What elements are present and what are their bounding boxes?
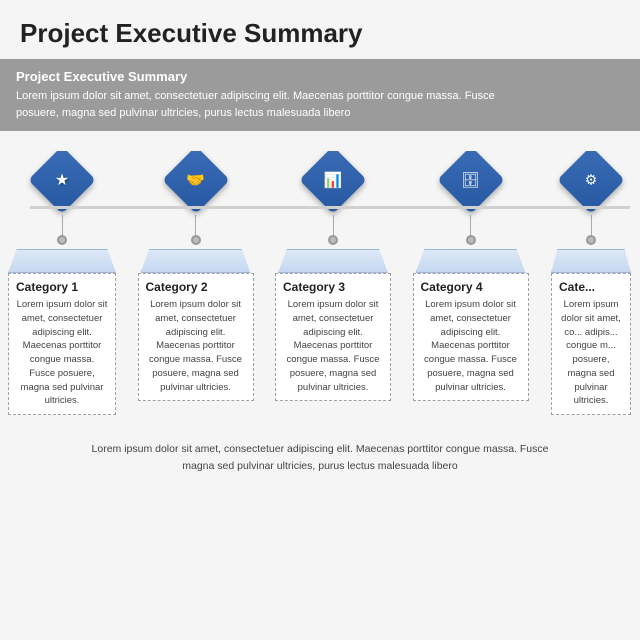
category-text-1: Lorem ipsum dolor sit amet, consectetuer… (16, 298, 108, 408)
handshake-icon: 🤝 (186, 171, 205, 189)
category-text-5: Lorem ipsum dolor sit amet, co... adipis… (559, 298, 623, 408)
footer-text: Lorem ipsum dolor sit amet, consectetuer… (0, 431, 640, 485)
diamond-3: 📊 (304, 151, 362, 209)
connector-2 (195, 215, 196, 235)
page-title: Project Executive Summary (0, 0, 640, 59)
connector-5 (591, 215, 592, 235)
connector-4 (470, 215, 471, 235)
category-text-4: Lorem ipsum dolor sit amet, consectetuer… (421, 298, 521, 394)
category-card-5: Cate... Lorem ipsum dolor sit amet, co..… (551, 273, 631, 415)
category-item-1: ★ Category 1 Lorem ipsum dolor sit amet,… (8, 151, 116, 415)
summary-text: Lorem ipsum dolor sit amet, consectetuer… (16, 88, 624, 121)
category-card-1: Category 1 Lorem ipsum dolor sit amet, c… (8, 273, 116, 415)
chart-icon: 📊 (324, 171, 343, 189)
dot-5 (586, 235, 596, 245)
diamond-2: 🤝 (167, 151, 225, 209)
timeline-section: ★ Category 1 Lorem ipsum dolor sit amet,… (0, 151, 640, 415)
connector-1 (62, 215, 63, 235)
dot-1 (57, 235, 67, 245)
category-title-2: Category 2 (146, 280, 246, 294)
category-card-2: Category 2 Lorem ipsum dolor sit amet, c… (138, 273, 254, 401)
trapezoid-5 (551, 249, 631, 273)
trapezoid-3 (278, 249, 388, 273)
category-item-3: 📊 Category 3 Lorem ipsum dolor sit amet,… (275, 151, 391, 415)
category-item-4: 🗄 Category 4 Lorem ipsum dolor sit amet,… (413, 151, 529, 415)
dot-4 (466, 235, 476, 245)
category-text-3: Lorem ipsum dolor sit amet, consectetuer… (283, 298, 383, 394)
category-item-5: ⚙ Cate... Lorem ipsum dolor sit amet, co… (550, 151, 632, 415)
timeline-line (30, 206, 630, 209)
diamond-1: ★ (33, 151, 91, 209)
trapezoid-2 (141, 249, 251, 273)
category-card-3: Category 3 Lorem ipsum dolor sit amet, c… (275, 273, 391, 401)
database-icon: 🗄 (461, 171, 480, 189)
footer-line2: magna sed pulvinar ultricies, purus lect… (182, 460, 457, 472)
page: Project Executive Summary Project Execut… (0, 0, 640, 640)
connector-3 (333, 215, 334, 235)
trapezoid-1 (8, 249, 116, 273)
footer-line1: Lorem ipsum dolor sit amet, consectetuer… (92, 443, 549, 455)
category-title-3: Category 3 (283, 280, 383, 294)
gear-icon: ⚙ (585, 172, 598, 189)
star-icon: ★ (55, 170, 69, 190)
category-text-2: Lorem ipsum dolor sit amet, consectetuer… (146, 298, 246, 394)
dot-3 (328, 235, 338, 245)
trapezoid-4 (416, 249, 526, 273)
diamond-5: ⚙ (562, 151, 620, 209)
categories-row: ★ Category 1 Lorem ipsum dolor sit amet,… (0, 151, 640, 415)
summary-box: Project Executive Summary Lorem ipsum do… (0, 59, 640, 131)
category-item-2: 🤝 Category 2 Lorem ipsum dolor sit amet,… (138, 151, 254, 415)
category-title-1: Category 1 (16, 280, 108, 294)
dot-2 (191, 235, 201, 245)
category-title-5: Cate... (559, 280, 623, 294)
category-card-4: Category 4 Lorem ipsum dolor sit amet, c… (413, 273, 529, 401)
summary-heading: Project Executive Summary (16, 69, 624, 84)
category-title-4: Category 4 (421, 280, 521, 294)
diamond-4: 🗄 (442, 151, 500, 209)
